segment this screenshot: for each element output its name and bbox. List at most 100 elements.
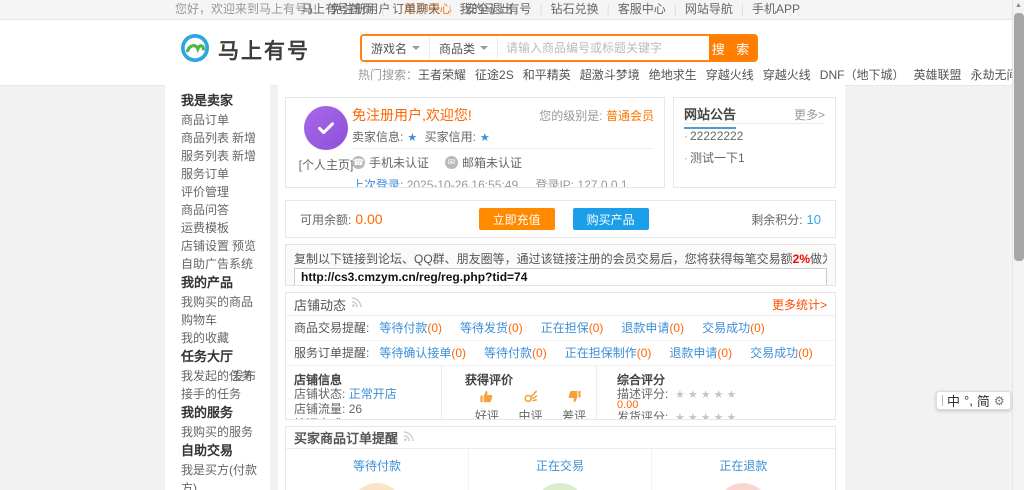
hot-search-link[interactable]: 穿越火线 [763,68,811,82]
order-status-link[interactable]: 等待发货(0) [460,321,523,335]
topbar-nav-link[interactable]: 手机APP [733,2,800,16]
sidebar-item[interactable]: 我发起的任务 发布 [181,367,270,385]
sidebar-item-label[interactable]: 评价管理 [181,185,229,199]
sidebar-item-label[interactable]: 我购买的商品 [181,295,253,309]
sidebar-item-label[interactable]: 商品列表 [181,131,229,145]
ime-status-bar[interactable]: 中 °, 简 ⚙ [936,391,1011,410]
sidebar-item-label[interactable]: 运费模板 [181,221,229,235]
order-status-link[interactable]: 等待付款(0) [379,321,442,335]
sidebar-item[interactable]: 商品列表 新增 [181,129,270,147]
sidebar-item[interactable]: 我的服务 [181,403,270,423]
sidebar-item[interactable]: 服务列表 新增 [181,147,270,165]
topbar-nav-link[interactable]: 网站导航 [666,2,733,16]
referral-url-field[interactable]: http://cs3.cmzym.cn/reg/reg.php?tid=74 [294,268,827,286]
topbar-nav-link[interactable]: 订单聊天 [373,2,440,16]
sidebar-extra-link[interactable]: 新增 [232,129,256,147]
hot-search-link[interactable]: 超激斗梦境 [580,68,640,82]
category-select[interactable]: 商品类 [430,36,498,60]
sidebar-item-label[interactable]: 我的收藏 [181,331,229,345]
ime-mode[interactable]: 中 [947,391,960,410]
order-status-text: 交易成功 [702,321,750,335]
hot-search-link[interactable]: 英雄联盟 [913,68,961,82]
ime-charset[interactable]: 简 [977,391,990,410]
buyer-order-status-link[interactable]: 正在退款 [719,459,767,473]
buyer-order-status-link[interactable]: 正在交易 [536,459,584,473]
sidebar-item-label[interactable]: 商品问答 [181,203,229,217]
last-login-link[interactable]: 上次登录: [352,178,403,188]
buyer-order-status-link[interactable]: 等待付款 [353,459,401,473]
hot-search-link[interactable]: DNF（地下城） [820,68,905,82]
sidebar-item[interactable]: 服务订单 [181,165,270,183]
sidebar-item[interactable]: 运费模板 [181,219,270,237]
sidebar-extra-link[interactable]: 发布 [232,367,256,385]
sidebar-item-label[interactable]: 我是买方(付款方) [181,463,257,490]
sidebar-item[interactable]: 接手的任务 [181,385,270,403]
topbar-nav-link[interactable]: 客服中心 [599,2,666,16]
sidebar-item-label[interactable]: 我购买的服务 [181,425,253,439]
order-status-link[interactable]: 等待付款(0) [484,346,547,360]
topbar-nav-link[interactable]: 马上有号首页 [301,2,373,16]
sidebar-item[interactable]: 店铺设置 预览 [181,237,270,255]
topbar-nav-link[interactable]: 钻石兑换 [531,2,598,16]
sidebar-item-label[interactable]: 服务列表 [181,149,229,163]
order-status-link[interactable]: 正在担保(0) [541,321,604,335]
buy-product-button[interactable]: 购买产品 [573,208,649,230]
sidebar-item[interactable]: 我购买的商品 [181,293,270,311]
ime-punct[interactable]: °, [964,393,973,408]
order-status-link[interactable]: 交易成功(0) [750,346,813,360]
order-status-link[interactable]: 退款申请(0) [669,346,732,360]
notice-item[interactable]: 22222222 [684,127,825,146]
sidebar-item[interactable]: 商品订单 [181,111,270,129]
mail-icon: ✉ [445,156,458,169]
sidebar-item[interactable]: 评价管理 [181,183,270,201]
sidebar-item[interactable]: 商品问答 [181,201,270,219]
search-input[interactable] [498,36,709,60]
sidebar-item[interactable]: 我购买的服务 [181,423,270,441]
sidebar-item-label[interactable]: 自助广告系统 [181,257,253,271]
avatar[interactable] [304,106,348,150]
order-status-link[interactable]: 退款申请(0) [621,321,684,335]
sidebar-item-label[interactable]: 服务订单 [181,167,229,181]
gear-icon[interactable]: ⚙ [994,394,1005,408]
hot-search-link[interactable]: 和平精英 [523,68,571,82]
hot-search-link[interactable]: 绝地求生 [649,68,697,82]
topbar-nav-link[interactable]: 我的马上有号 [440,2,531,16]
sidebar-item-label[interactable]: 购物车 [181,313,217,327]
hot-search-link[interactable]: 征途2S [475,68,514,82]
sidebar-item[interactable]: 我的收藏 [181,329,270,347]
sidebar-item[interactable]: 自助交易 [181,441,270,461]
sidebar-extra-link[interactable]: 预览 [232,237,256,255]
more-stats-link[interactable]: 更多统计> [772,296,827,313]
sidebar-item-label[interactable]: 商品订单 [181,113,229,127]
logo[interactable]: 马上有号 [180,33,310,66]
scrollbar-thumb[interactable] [1014,13,1024,261]
game-select[interactable]: 游戏名 [362,36,430,60]
sidebar-item[interactable]: 我是买方(付款方) [181,461,270,479]
notice-item[interactable]: 测试一下1 [684,149,825,168]
sidebar-item[interactable]: 自助广告系统 [181,255,270,273]
sidebar-item-label[interactable]: 接手的任务 [181,387,241,401]
hot-search-link[interactable]: 王者荣耀 [418,68,466,82]
sidebar-item[interactable]: 我的产品 [181,273,270,293]
sidebar-item-label[interactable]: 自助交易 [181,443,233,458]
order-status-link[interactable]: 等待确认接单(0) [379,346,466,360]
recharge-button[interactable]: 立即充值 [479,208,555,230]
sidebar-item[interactable]: 购物车 [181,311,270,329]
order-status-count: (0) [750,321,765,335]
sidebar-item-label[interactable]: 任务大厅 [181,349,233,364]
sidebar-item-label[interactable]: 我是卖家 [181,93,233,108]
sidebar-item[interactable]: 任务大厅 [181,347,270,367]
vertical-scrollbar[interactable]: ▲ [1012,0,1024,490]
search-button[interactable]: 搜 索 [709,36,756,60]
hot-search-link[interactable]: 穿越火线 [706,68,754,82]
scroll-up-arrow-icon[interactable]: ▲ [1013,0,1024,12]
sidebar-item-label[interactable]: 我的产品 [181,275,233,290]
personal-homepage-link[interactable]: [个人主页] [298,156,354,173]
notice-more-link[interactable]: 更多> [794,106,825,123]
order-status-link[interactable]: 交易成功(0) [702,321,765,335]
sidebar-item-label[interactable]: 店铺设置 [181,239,229,253]
order-status-link[interactable]: 正在担保制作(0) [565,346,652,360]
sidebar-item[interactable]: 我是卖家 [181,91,270,111]
sidebar-extra-link[interactable]: 新增 [232,147,256,165]
sidebar-item-label[interactable]: 我的服务 [181,405,233,420]
